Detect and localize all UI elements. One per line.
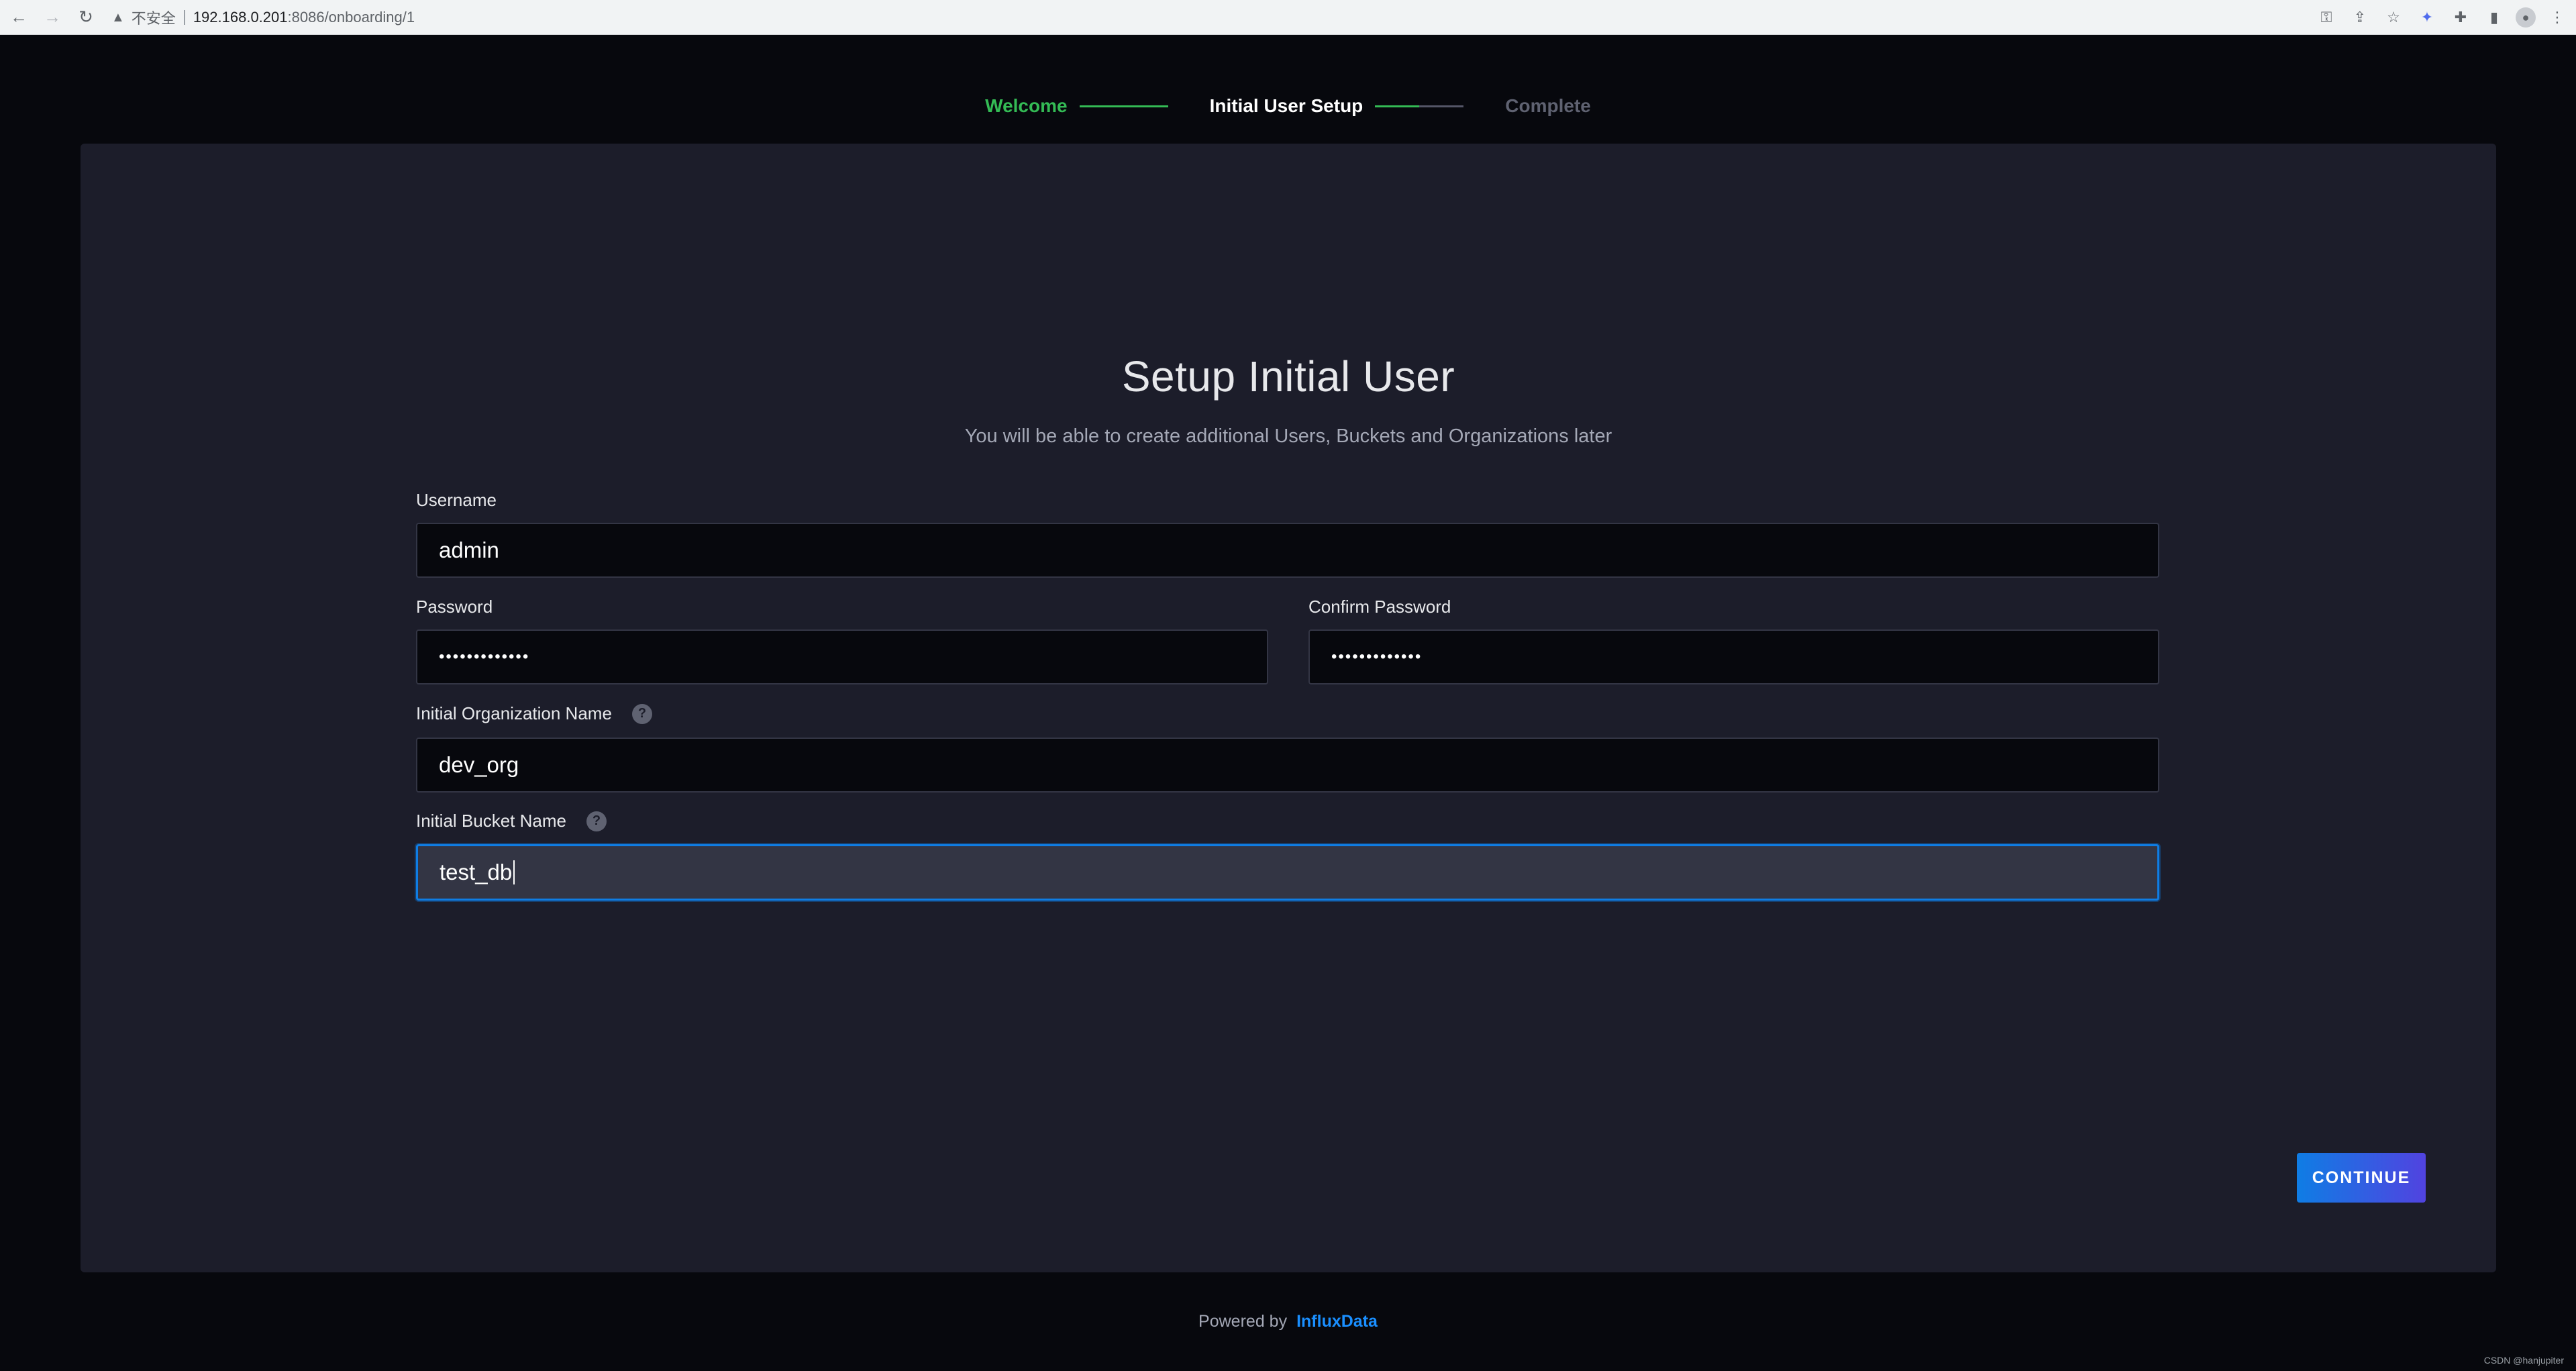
text-caret — [513, 860, 515, 884]
powered-by-text: Powered by — [1198, 1312, 1288, 1331]
confirm-password-label-text: Confirm Password — [1308, 597, 1451, 617]
bucket-name-input[interactable]: test_db — [416, 844, 2159, 901]
watermark: CSDN @hanjupiter — [2483, 1355, 2564, 1366]
profile-avatar-icon[interactable]: ● — [2516, 7, 2536, 28]
bucket-help-icon[interactable]: ? — [586, 811, 607, 831]
setup-card: Setup Initial User You will be able to c… — [81, 144, 2496, 1272]
step-complete: Complete — [1505, 95, 1591, 116]
org-name-value: dev_org — [439, 752, 519, 777]
confirm-password-value: ••••••••••••• — [1331, 648, 1423, 666]
url-path: :8086/onboarding/1 — [287, 9, 415, 26]
step-connector-complete — [1079, 105, 1168, 107]
continue-button[interactable]: CONTINUE — [2297, 1153, 2426, 1203]
influxdata-link[interactable]: InfluxData — [1296, 1312, 1378, 1331]
extension-bird-icon[interactable]: ✦ — [2415, 5, 2439, 30]
page-subtitle: You will be able to create additional Us… — [964, 425, 1612, 447]
org-help-icon[interactable]: ? — [631, 703, 652, 724]
address-bar[interactable]: ▲ 不安全 192.168.0.201:8086/onboarding/1 — [111, 4, 2272, 31]
org-name-input[interactable]: dev_org — [416, 738, 2159, 793]
share-icon[interactable]: ⇪ — [2348, 5, 2372, 30]
address-separator — [183, 10, 185, 25]
step-welcome: Welcome — [985, 95, 1068, 116]
bucket-name-label-text: Initial Bucket Name — [416, 811, 566, 831]
puzzle-icon[interactable]: ✚ — [2449, 5, 2473, 30]
star-icon[interactable]: ☆ — [2381, 5, 2406, 30]
org-name-label: Initial Organization Name ? — [416, 703, 652, 724]
back-arrow-icon[interactable]: ← — [4, 3, 34, 32]
kebab-menu-icon[interactable]: ⋮ — [2545, 5, 2569, 30]
browser-actions: ⚿ ⇪ ☆ ✦ ✚ ▮ ● ⋮ — [2314, 3, 2569, 32]
step-initial-user-setup: Initial User Setup — [1209, 95, 1363, 116]
bucket-name-label: Initial Bucket Name ? — [416, 811, 607, 831]
org-name-label-text: Initial Organization Name — [416, 703, 612, 723]
key-icon[interactable]: ⚿ — [2314, 5, 2338, 30]
side-panel-icon[interactable]: ▮ — [2482, 5, 2506, 30]
warning-icon: ▲ — [111, 9, 125, 25]
password-value: ••••••••••••• — [439, 648, 530, 666]
reload-icon[interactable]: ↻ — [71, 3, 101, 32]
forward-arrow-icon[interactable]: → — [38, 3, 67, 32]
username-label-text: Username — [416, 490, 497, 510]
password-input[interactable]: ••••••••••••• — [416, 629, 1268, 684]
footer: Powered by InfluxData — [0, 1312, 2576, 1331]
username-label: Username — [416, 490, 497, 511]
onboarding-stepper: Welcome Initial User Setup Complete — [0, 93, 2576, 119]
confirm-password-input[interactable]: ••••••••••••• — [1308, 629, 2159, 684]
page-title: Setup Initial User — [1121, 352, 1455, 401]
confirm-password-label: Confirm Password — [1308, 597, 1451, 617]
browser-toolbar: ← → ↻ ▲ 不安全 192.168.0.201:8086/onboardin… — [0, 0, 2576, 35]
password-label-text: Password — [416, 597, 493, 617]
url-host: 192.168.0.201 — [193, 9, 288, 26]
username-value: admin — [439, 538, 499, 562]
security-label: 不安全 — [131, 10, 176, 27]
bucket-name-value: test_db — [440, 860, 513, 884]
step-connector-partial — [1375, 105, 1464, 107]
username-input[interactable]: admin — [416, 523, 2159, 578]
password-label: Password — [416, 597, 493, 617]
